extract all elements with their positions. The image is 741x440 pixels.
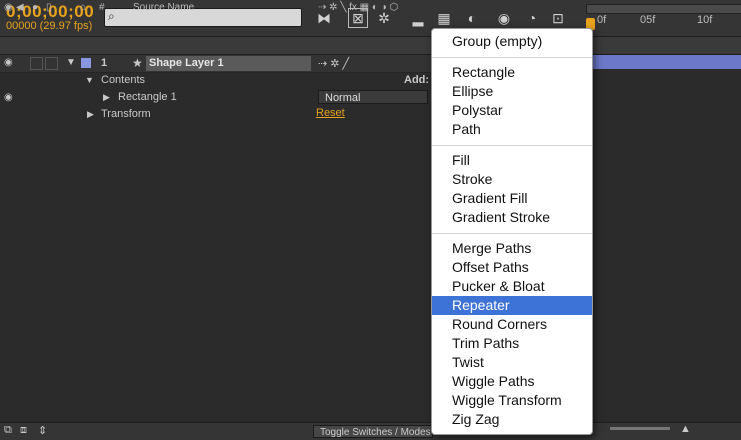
rectangle-group-label[interactable]: Rectangle 1 (118, 89, 177, 106)
switches-icon[interactable]: ⇢ ✲ ╲ fx ▦ ◐ ◑ ⬡ (318, 2, 398, 13)
star-icon: ★ (132, 56, 143, 70)
eye-icon[interactable]: ◉ (4, 57, 13, 68)
menu-item-polystar[interactable]: Polystar (432, 101, 592, 120)
layer-name[interactable]: Shape Layer 1 (146, 56, 311, 71)
solo-icon[interactable]: ● (32, 2, 38, 13)
motion-blur-icon[interactable]: ▦ (434, 8, 454, 28)
column-source-name[interactable]: Source Name (133, 2, 194, 13)
menu-item-wiggle-transform[interactable]: Wiggle Transform (432, 391, 592, 410)
ruler-tick: 05f (640, 14, 656, 26)
menu-item-pucker-bloat[interactable]: Pucker & Bloat (432, 277, 592, 296)
transform-label[interactable]: Transform (101, 106, 151, 123)
ruler-tick: 0f (597, 14, 607, 26)
contents-label: Contents (101, 74, 146, 86)
layer-duration-bar[interactable] (590, 55, 741, 69)
graph-editor-icon[interactable]: ⊡ (548, 8, 568, 28)
collapse-triangle-icon[interactable]: ▶ (87, 106, 94, 123)
stopwatch-icon[interactable]: ◔ (522, 8, 542, 28)
timeline-bottom-bar: ⧉ ⧈ ⇕ Toggle Switches / Modes ▲ (0, 422, 741, 440)
layer-column-header (0, 37, 741, 55)
menu-item-gradient-fill[interactable]: Gradient Fill (432, 189, 592, 208)
menu-item-zig-zag[interactable]: Zig Zag (432, 410, 592, 429)
add-label[interactable]: Add: (404, 72, 429, 89)
menu-separator (432, 145, 592, 146)
reset-link[interactable]: Reset (316, 107, 345, 119)
blend-mode-select[interactable]: Normal (318, 90, 428, 104)
menu-item-merge-paths[interactable]: Merge Paths (432, 239, 592, 258)
label-icon[interactable]: ⌂ (80, 2, 86, 13)
layer-switches-icon[interactable]: ⇢ ✲ ╱ (318, 57, 349, 70)
menu-item-gradient-stroke[interactable]: Gradient Stroke (432, 208, 592, 227)
collapse-triangle-icon[interactable]: ▶ (103, 89, 110, 106)
menu-item-wiggle-paths[interactable]: Wiggle Paths (432, 372, 592, 391)
zoom-in-icon[interactable]: ▲ (680, 423, 691, 435)
eye-icon[interactable]: ◉ (4, 2, 13, 13)
toggle-switches-modes-button[interactable]: Toggle Switches / Modes (313, 425, 433, 438)
add-shape-menu: Group (empty) Rectangle Ellipse Polystar… (431, 28, 593, 435)
label-color-swatch[interactable] (81, 58, 91, 68)
menu-item-group-empty[interactable]: Group (empty) (432, 32, 592, 51)
expand-triangle-icon[interactable]: ▼ (66, 57, 76, 68)
collapse-panes-icon[interactable]: ⇕ (38, 424, 47, 437)
menu-item-twist[interactable]: Twist (432, 353, 592, 372)
audio-icon[interactable]: ◀ (16, 2, 24, 13)
layer-index: 1 (101, 57, 108, 69)
auto-keyframe-icon[interactable]: ◉ (494, 8, 514, 28)
frame-count-display: 00000 (29.97 fps) (6, 20, 93, 32)
lock-checkbox[interactable] (45, 57, 58, 70)
menu-item-repeater[interactable]: Repeater (432, 296, 592, 315)
menu-item-round-corners[interactable]: Round Corners (432, 315, 592, 334)
frame-blending-icon[interactable]: ▂ (408, 8, 428, 28)
menu-item-fill[interactable]: Fill (432, 151, 592, 170)
solo-checkbox[interactable] (30, 57, 43, 70)
column-number: # (99, 2, 105, 13)
zoom-slider[interactable] (610, 427, 670, 430)
menu-item-offset-paths[interactable]: Offset Paths (432, 258, 592, 277)
menu-item-ellipse[interactable]: Ellipse (432, 82, 592, 101)
search-icon: ⌕ (108, 9, 115, 23)
menu-separator (432, 57, 592, 58)
lock-icon[interactable]: ▯ (46, 2, 52, 13)
comp-flowchart-icon[interactable]: ⧉ (4, 424, 12, 437)
eye-icon[interactable]: ◉ (4, 89, 13, 106)
brainstorm-icon[interactable]: ◐ (462, 8, 482, 28)
work-area-bar[interactable] (586, 4, 741, 14)
ruler-tick: 10f (697, 14, 713, 26)
expand-panes-icon[interactable]: ⧈ (20, 424, 27, 437)
menu-item-trim-paths[interactable]: Trim Paths (432, 334, 592, 353)
menu-item-path[interactable]: Path (432, 120, 592, 139)
menu-item-stroke[interactable]: Stroke (432, 170, 592, 189)
menu-item-rectangle[interactable]: Rectangle (432, 63, 592, 82)
menu-separator (432, 233, 592, 234)
expand-triangle-icon[interactable]: ▼ (85, 72, 94, 89)
